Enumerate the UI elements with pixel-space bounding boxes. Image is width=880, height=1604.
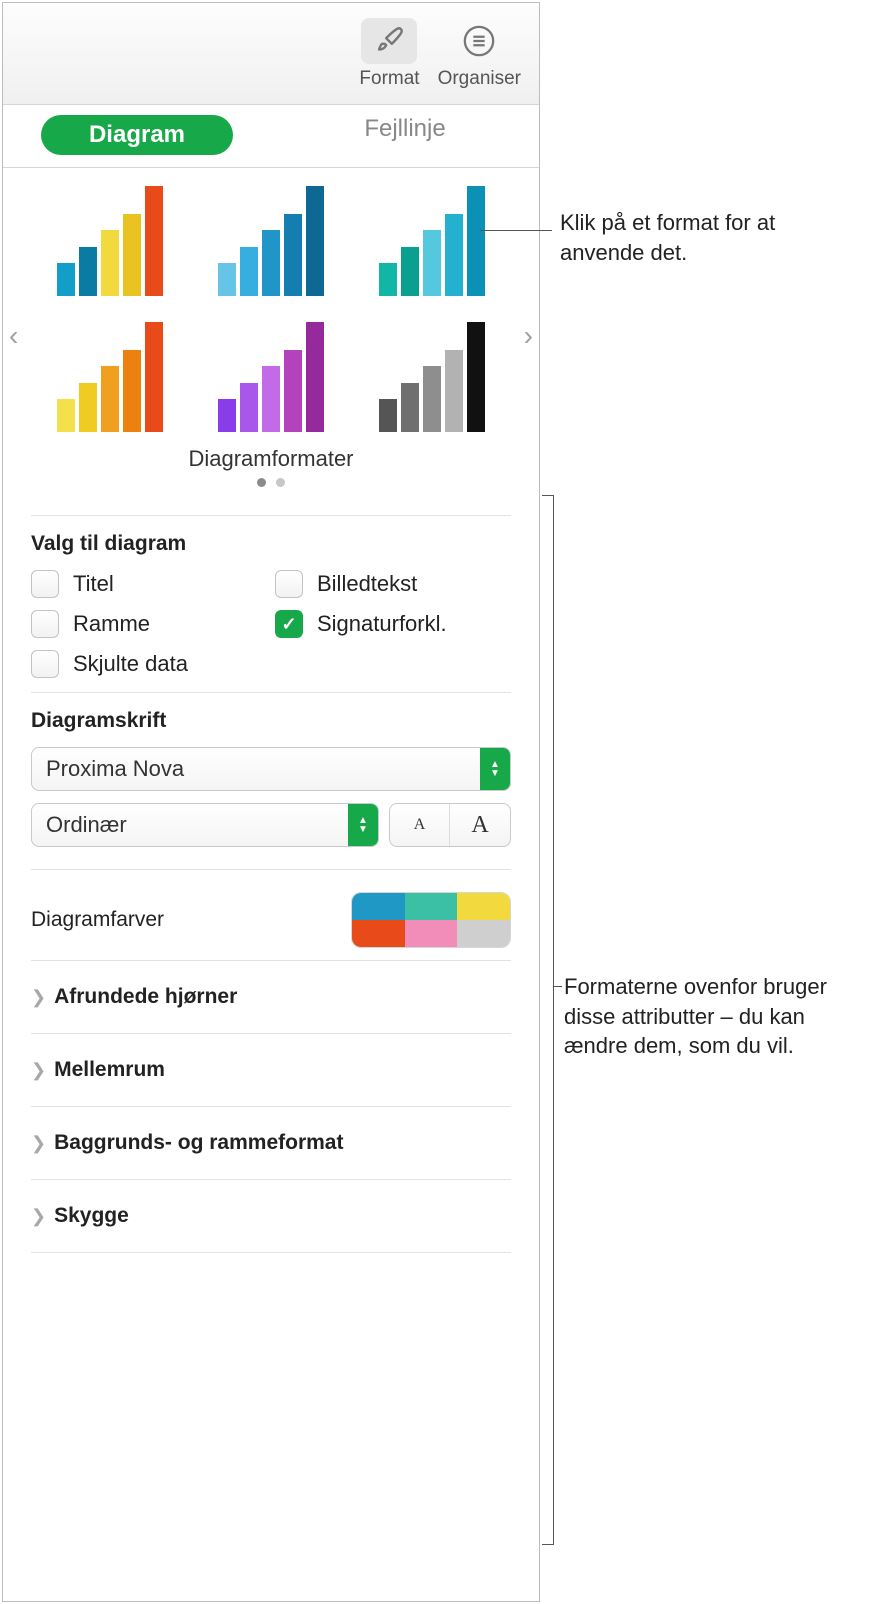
toolbar-format-label: Format [359, 68, 419, 90]
checkbox-icon [275, 570, 303, 598]
chevron-right-icon[interactable]: › [524, 320, 533, 352]
font-weight-select[interactable]: Ordinær ▲▼ [31, 803, 379, 847]
checkbox-icon [31, 650, 59, 678]
disclosure-rounded-label: Afrundede hjørner [54, 985, 237, 1009]
callout-attributes: Formaterne ovenfor bruger disse attribut… [564, 972, 864, 1061]
chart-colors-swatch[interactable] [351, 892, 511, 948]
disclosure-bg-frame[interactable]: ❯ Baggrunds- og rammeformat [31, 1106, 511, 1179]
chart-styles-section: ‹ › [3, 168, 539, 503]
font-family-value: Proxima Nova [46, 756, 480, 782]
tab-diagram[interactable]: Diagram [3, 105, 271, 167]
chart-options-heading: Valg til diagram [31, 532, 511, 556]
checkbox-legend[interactable]: ✓ Signaturforkl. [275, 610, 511, 638]
pager-dot-1[interactable] [257, 478, 266, 487]
checkbox-caption[interactable]: Billedtekst [275, 570, 511, 598]
chart-style-3[interactable] [360, 186, 503, 296]
toolbar-organize-button[interactable]: Organiser [438, 18, 521, 90]
checkbox-caption-label: Billedtekst [317, 571, 417, 597]
font-size-smaller-button[interactable]: A [390, 804, 450, 846]
checkbox-checked-icon: ✓ [275, 610, 303, 638]
chevron-left-icon[interactable]: ‹ [9, 320, 18, 352]
stepper-icon: ▲▼ [480, 748, 510, 790]
disclosure-spacing-label: Mellemrum [54, 1058, 165, 1082]
chevron-right-icon: ❯ [31, 1133, 46, 1154]
pager-dot-2[interactable] [276, 478, 285, 487]
checkbox-legend-label: Signaturforkl. [317, 611, 447, 637]
font-size-larger-button[interactable]: A [450, 804, 510, 846]
chevron-right-icon: ❯ [31, 1206, 46, 1227]
styles-pager [39, 478, 503, 487]
checkbox-icon [31, 610, 59, 638]
paintbrush-icon [372, 24, 406, 58]
chart-style-1[interactable] [39, 186, 182, 296]
disclosure-shadow-label: Skygge [54, 1204, 129, 1228]
stepper-icon: ▲▼ [348, 804, 378, 846]
disclosure-bgframe-label: Baggrunds- og rammeformat [54, 1131, 343, 1155]
chart-styles-label: Diagramformater [39, 446, 503, 472]
chart-font-heading: Diagramskrift [31, 709, 511, 733]
disclosure-rounded-corners[interactable]: ❯ Afrundede hjørner [31, 960, 511, 1033]
toolbar-format-button[interactable]: Format [359, 18, 419, 90]
format-inspector-panel: Format Organiser Diagram Fejllinje ‹ › [2, 2, 540, 1602]
tab-errorbar[interactable]: Fejllinje [271, 105, 539, 167]
checkbox-title-label: Titel [73, 571, 114, 597]
callout-apply-format: Klik på et format for at anvende det. [560, 208, 860, 267]
disclosure-spacing[interactable]: ❯ Mellemrum [31, 1033, 511, 1106]
tab-diagram-label: Diagram [41, 115, 233, 155]
chart-style-6[interactable] [360, 322, 503, 432]
font-family-select[interactable]: Proxima Nova ▲▼ [31, 747, 511, 791]
toolbar: Format Organiser [3, 3, 539, 105]
checkbox-frame[interactable]: Ramme [31, 610, 267, 638]
chart-style-4[interactable] [39, 322, 182, 432]
checkbox-icon [31, 570, 59, 598]
checkbox-title[interactable]: Titel [31, 570, 267, 598]
checkbox-hidden-data[interactable]: Skjulte data [31, 650, 267, 678]
checkbox-hidden-data-label: Skjulte data [73, 651, 188, 677]
tab-errorbar-label: Fejllinje [364, 115, 445, 142]
font-weight-value: Ordinær [46, 812, 348, 838]
font-size-segment: A A [389, 803, 511, 847]
toolbar-organize-label: Organiser [438, 68, 521, 90]
chevron-right-icon: ❯ [31, 1060, 46, 1081]
callout-bracket [542, 495, 554, 1545]
disclosure-shadow[interactable]: ❯ Skygge [31, 1179, 511, 1253]
chart-colors-label: Diagramfarver [31, 908, 164, 932]
list-icon [462, 24, 496, 58]
checkbox-frame-label: Ramme [73, 611, 150, 637]
chevron-right-icon: ❯ [31, 987, 46, 1008]
chart-style-5[interactable] [200, 322, 343, 432]
chart-style-2[interactable] [200, 186, 343, 296]
inspector-tabs: Diagram Fejllinje [3, 105, 539, 168]
